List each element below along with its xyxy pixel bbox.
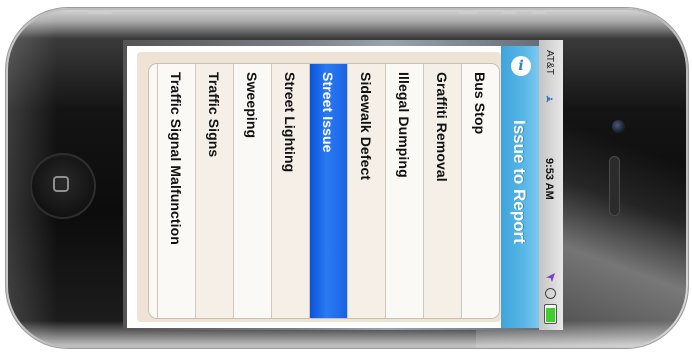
location-arrow-icon: [546, 273, 555, 282]
list-item[interactable]: Street Lighting: [271, 64, 309, 318]
battery-icon: [544, 304, 557, 324]
info-icon[interactable]: i: [511, 56, 531, 76]
home-button[interactable]: [30, 153, 96, 219]
list-item[interactable]: Bus Stop: [461, 64, 499, 318]
list-item[interactable]: Traffic Signal Malfunction: [157, 64, 195, 318]
status-time: 9:53 AM: [543, 158, 555, 200]
battery-fill: [546, 308, 555, 322]
list-item-label: Bus Stop: [472, 72, 488, 135]
phone-screen: Bus Stop Graffiti Removal Illegal Dumping S…: [123, 40, 563, 330]
mute-switch: [458, 10, 478, 14]
list-item[interactable]: Graffiti Removal: [423, 64, 461, 318]
issue-type-list: Bus Stop Graffiti Removal Illegal Dumping S…: [149, 64, 499, 318]
list-item[interactable]: Street Issue: [309, 64, 347, 318]
volume-down-button: [532, 10, 546, 14]
picker-panel: Bus Stop Graffiti Removal Illegal Dumping S…: [137, 52, 501, 322]
navigation-header: i Issue to Report: [501, 46, 543, 328]
list-item-label: Street Lighting: [282, 72, 298, 173]
list-item[interactable]: Traffic Signs: [195, 64, 233, 318]
sleep-button: [88, 10, 112, 14]
list-item[interactable]: Illegal Dumping: [385, 64, 423, 318]
list-item-label: Sweeping: [244, 72, 260, 139]
list-item-label: Street Issue: [320, 72, 336, 153]
volume-up-button: [502, 10, 516, 14]
list-item-label: Graffiti Removal: [434, 72, 450, 182]
list-item-label: Sidewalk Defect: [358, 72, 374, 181]
wifi-icon: [546, 95, 553, 103]
list-item-label: Traffic Signs: [206, 72, 222, 158]
list-item[interactable]: Sidewalk Defect: [347, 64, 385, 318]
picker-sheet: Bus Stop Graffiti Removal Illegal Dumping S…: [127, 46, 543, 328]
status-bar: AT&T 9:53 AM: [539, 40, 563, 330]
list-item-label: Illegal Dumping: [396, 72, 412, 178]
earpiece-speaker: [609, 156, 620, 216]
rotation-lock-icon: [545, 288, 556, 299]
page-title: Issue to Report: [510, 120, 529, 244]
home-square-icon: [53, 176, 69, 192]
list-item[interactable]: Sweeping: [233, 64, 271, 318]
list-item-label: Traffic Signal Malfunction: [168, 72, 184, 245]
carrier-label: AT&T: [544, 50, 555, 75]
front-camera: [612, 120, 625, 133]
